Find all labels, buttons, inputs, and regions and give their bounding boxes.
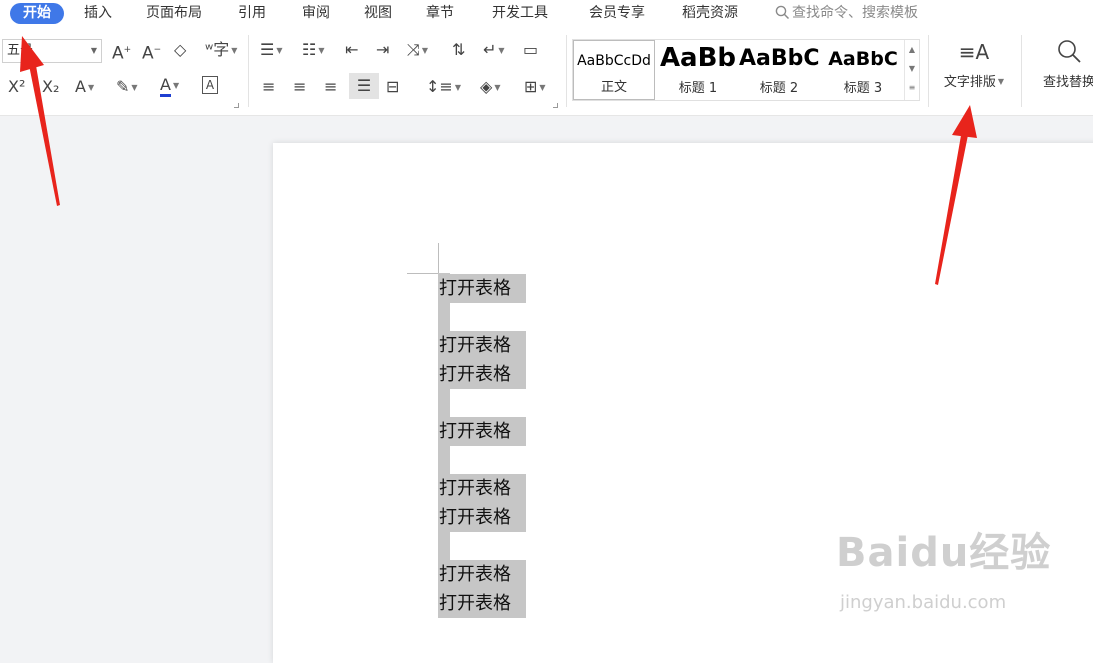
search-placeholder: 查找命令、搜索模板: [792, 5, 918, 21]
ribbon-tab-bar: 开始 插入 页面布局 引用 审阅 视图 章节 开发工具 会员专享 稻壳资源 查找…: [0, 0, 1093, 27]
style-name: 正文: [600, 80, 627, 95]
sort-icon[interactable]: ⇅: [452, 40, 465, 60]
highlight-icon[interactable]: ✎ ▼: [116, 77, 138, 98]
expand-gallery-icon[interactable]: ≡: [905, 78, 919, 97]
text-line[interactable]: 打开表格: [438, 417, 526, 446]
tab-member[interactable]: 会员专享: [589, 3, 645, 24]
show-marks-icon[interactable]: ↵ ▼: [483, 40, 505, 61]
text-line[interactable]: 打开表格: [438, 503, 526, 532]
shrink-font-icon[interactable]: A−: [142, 40, 161, 64]
tab-view[interactable]: 视图: [364, 3, 392, 24]
command-search-box[interactable]: 查找命令、搜索模板: [775, 3, 918, 24]
decrease-indent-icon[interactable]: ⇤: [345, 40, 358, 60]
text-line[interactable]: 打开表格: [438, 331, 526, 360]
group-divider: [928, 35, 929, 107]
distributed-align-icon[interactable]: ⊟: [386, 77, 399, 97]
subscript-icon[interactable]: X₂: [42, 77, 59, 97]
style-heading-1[interactable]: AaBb 标题 1: [657, 40, 739, 100]
style-sample: AaBbCcDd: [577, 53, 651, 69]
ribbon-toolbar: 五号 ▼ A+ A− ◇ ʷ字 ▼ X² X₂ A ▼ ✎ ▼ A ▼ A ☰ ▼ ☷ ▼ …: [0, 27, 1093, 116]
style-sample: AaBbC: [828, 48, 898, 70]
search-icon: [775, 5, 790, 20]
crop-mark: [407, 273, 439, 274]
align-center-icon[interactable]: ≡: [293, 77, 306, 97]
text-layout-button[interactable]: ≡A 文字排版 ▼: [936, 37, 1012, 101]
text-effect-icon[interactable]: A ▼: [75, 77, 94, 98]
text-line[interactable]: 打开表格: [438, 589, 526, 618]
numbered-list-icon[interactable]: ☷ ▼: [302, 40, 325, 61]
text-layout-icon: ≡A: [958, 40, 990, 64]
tab-docer-resources[interactable]: 稻壳资源: [682, 3, 738, 24]
style-normal[interactable]: AaBbCcDd 正文: [573, 40, 655, 100]
paragraph-dialog-launcher-icon[interactable]: [553, 103, 558, 108]
increase-indent-icon[interactable]: ⇥: [376, 40, 389, 60]
tab-home[interactable]: 开始: [10, 3, 64, 24]
style-name: 标题 2: [759, 81, 799, 96]
font-size-select[interactable]: 五号 ▼: [2, 39, 102, 63]
style-heading-2[interactable]: AaBbC 标题 2: [739, 40, 819, 100]
group-divider: [248, 35, 249, 107]
phonetic-guide-icon[interactable]: ʷ字 ▼: [205, 40, 237, 61]
style-heading-3[interactable]: AaBbC 标题 3: [821, 40, 905, 100]
document-page[interactable]: [273, 143, 1093, 663]
tab-insert[interactable]: 插入: [84, 3, 112, 24]
magnifier-icon: [1058, 40, 1081, 63]
style-name: 标题 3: [843, 81, 883, 96]
style-gallery-scroller[interactable]: ▲ ▼ ≡: [904, 40, 919, 100]
font-size-value: 五号: [7, 43, 34, 58]
tab-review[interactable]: 审阅: [302, 3, 330, 24]
style-gallery: AaBbCcDd 正文 AaBb 标题 1 AaBbC 标题 2 AaBbC 标…: [572, 39, 920, 101]
style-name: 标题 1: [678, 81, 718, 96]
tab-page-layout[interactable]: 页面布局: [146, 3, 202, 24]
tab-chapter[interactable]: 章节: [426, 3, 454, 24]
tab-developer[interactable]: 开发工具: [492, 3, 548, 24]
strikethrough-icon[interactable]: X²: [8, 77, 25, 97]
group-divider: [566, 35, 567, 107]
text-line[interactable]: 打开表格: [438, 474, 526, 503]
text-line[interactable]: 打开表格: [438, 360, 526, 389]
style-sample: AaBb: [659, 43, 737, 73]
text-line[interactable]: 打开表格: [438, 274, 526, 303]
find-replace-label: 查找替换: [1042, 75, 1093, 90]
ruler-icon[interactable]: ▭: [523, 40, 538, 60]
clear-format-icon[interactable]: ◇: [174, 40, 186, 60]
char-border-icon[interactable]: A: [202, 76, 218, 94]
font-color-icon[interactable]: A ▼: [160, 75, 179, 97]
chevron-up-icon[interactable]: ▲: [905, 40, 919, 59]
find-replace-button[interactable]: 查找替换: [1034, 37, 1093, 101]
tab-references[interactable]: 引用: [238, 3, 266, 24]
group-divider: [1021, 35, 1022, 107]
justify-icon[interactable]: ☰: [349, 73, 379, 99]
crop-mark: [438, 243, 439, 274]
font-dialog-launcher-icon[interactable]: [234, 103, 239, 108]
shading-icon[interactable]: ◈ ▼: [480, 77, 500, 98]
text-line[interactable]: 打开表格: [438, 560, 526, 589]
borders-icon[interactable]: ⊞ ▼: [524, 77, 546, 98]
style-sample: AaBbC: [739, 46, 819, 71]
document-canvas: [0, 116, 1093, 663]
text-layout-label-wrap: 文字排版 ▼: [943, 75, 1005, 90]
align-left-icon[interactable]: ≡: [262, 77, 275, 97]
bullet-list-icon[interactable]: ☰ ▼: [260, 40, 283, 61]
text-layout-label: 文字排版: [943, 75, 996, 90]
line-spacing-icon[interactable]: ↕≡ ▼: [426, 77, 461, 98]
chevron-down-icon[interactable]: ▼: [905, 59, 919, 78]
text-direction-icon[interactable]: ⤨ ▼: [407, 40, 428, 61]
align-right-icon[interactable]: ≡: [324, 77, 337, 97]
grow-font-icon[interactable]: A+: [112, 40, 131, 64]
chevron-down-icon: ▼: [90, 46, 97, 55]
